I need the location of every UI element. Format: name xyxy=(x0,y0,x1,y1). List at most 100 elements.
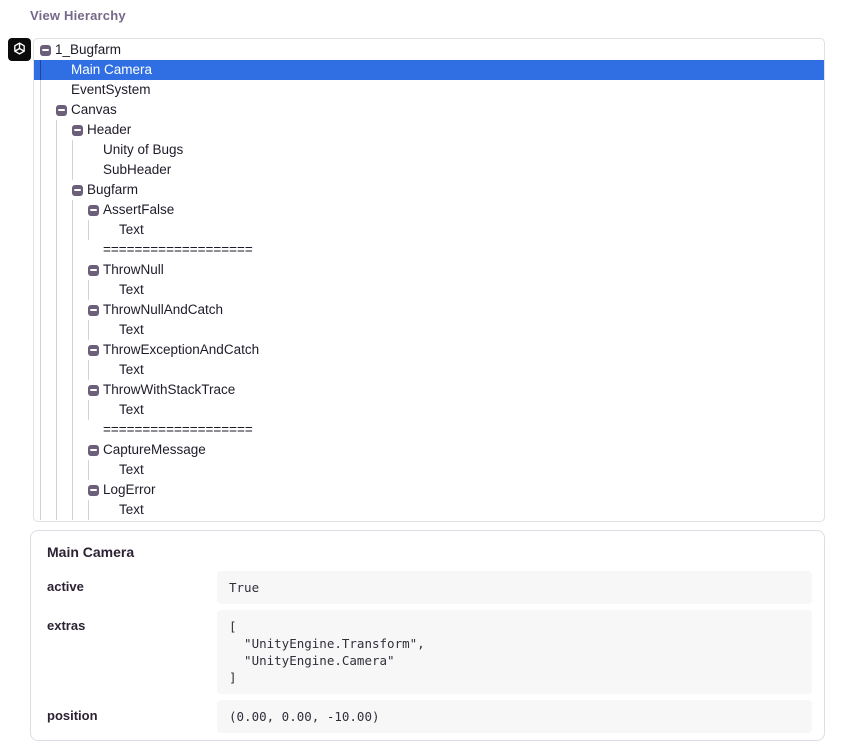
tree-guide-line xyxy=(56,440,72,460)
tree-row[interactable]: =================== xyxy=(34,420,824,440)
tree-row[interactable]: Text xyxy=(34,280,824,300)
tree-guide-line xyxy=(40,140,56,160)
tree-row[interactable]: Canvas xyxy=(34,100,824,120)
tree-row[interactable]: CaptureMessage xyxy=(34,440,824,460)
collapse-toggle[interactable] xyxy=(88,480,103,500)
collapse-toggle[interactable] xyxy=(72,120,87,140)
tree-row-selected[interactable]: Main Camera xyxy=(34,60,824,80)
tree-guide-line xyxy=(40,440,56,460)
tree-row[interactable]: Text xyxy=(34,360,824,380)
tree-node-label: ThrowExceptionAndCatch xyxy=(103,340,259,360)
tree-guide-line xyxy=(56,500,72,520)
tree-node-label: ThrowNull xyxy=(103,260,164,280)
tree-node-label: CaptureMessage xyxy=(103,440,206,460)
collapse-toggle[interactable] xyxy=(88,260,103,280)
tree-guide-line xyxy=(56,140,72,160)
tree-guide-line xyxy=(40,180,56,200)
minus-icon[interactable] xyxy=(88,305,99,316)
tree-guide-line xyxy=(56,300,72,320)
collapse-toggle[interactable] xyxy=(72,180,87,200)
tree-row[interactable]: ThrowNull xyxy=(34,260,824,280)
tree-guide-line xyxy=(72,200,88,220)
tree-guide-line xyxy=(72,340,88,360)
icon-spacer xyxy=(104,320,119,340)
minus-icon[interactable] xyxy=(88,205,99,216)
tree-guide-line xyxy=(40,120,56,140)
tree-guide-line xyxy=(40,480,56,500)
tree-row[interactable]: EventSystem xyxy=(34,80,824,100)
icon-spacer xyxy=(104,360,119,380)
tree-guide-line xyxy=(40,240,56,260)
tree-guide-line xyxy=(40,300,56,320)
tree-row[interactable]: SubHeader xyxy=(34,160,824,180)
tree-row[interactable]: ThrowExceptionAndCatch xyxy=(34,340,824,360)
tree-node-label: ThrowNullAndCatch xyxy=(103,300,223,320)
tree-guide-line xyxy=(40,320,56,340)
tree-node-label: Text xyxy=(119,220,144,240)
tree-row[interactable]: Text xyxy=(34,500,824,520)
collapse-toggle[interactable] xyxy=(88,380,103,400)
tree-row[interactable]: Text xyxy=(34,400,824,420)
collapse-toggle[interactable] xyxy=(88,200,103,220)
tree-guide-line xyxy=(72,320,88,340)
tree-guide-line xyxy=(72,240,88,260)
tree-guide-line xyxy=(40,400,56,420)
tree-guide-line xyxy=(72,220,88,240)
icon-spacer xyxy=(104,500,119,520)
collapse-toggle[interactable] xyxy=(88,300,103,320)
tree-row[interactable]: Header xyxy=(34,120,824,140)
property-row-extras: extras[ "UnityEngine.Transform", "UnityE… xyxy=(47,610,812,694)
tree-row[interactable]: Bugfarm xyxy=(34,180,824,200)
tree-guide-line xyxy=(56,280,72,300)
minus-icon[interactable] xyxy=(88,345,99,356)
minus-icon[interactable] xyxy=(40,45,51,56)
minus-icon[interactable] xyxy=(88,445,99,456)
tree-guide-line xyxy=(40,60,56,80)
minus-icon[interactable] xyxy=(56,105,67,116)
tree-row[interactable]: Unity of Bugs xyxy=(34,140,824,160)
property-row-active: activeTrue xyxy=(47,571,812,604)
tree-guide-line xyxy=(72,380,88,400)
tree-guide-line xyxy=(40,220,56,240)
tree-guide-line xyxy=(88,360,104,380)
tree-row[interactable]: ThrowNullAndCatch xyxy=(34,300,824,320)
collapse-toggle[interactable] xyxy=(56,100,71,120)
tree-guide-line xyxy=(56,400,72,420)
tree-node-label: LogError xyxy=(103,480,156,500)
tree-node-label: Main Camera xyxy=(71,60,152,80)
view-hierarchy-tree-panel[interactable]: 1_BugfarmMain CameraEventSystemCanvasHea… xyxy=(33,38,825,522)
tree-guide-line xyxy=(88,400,104,420)
tree-node-label: Unity of Bugs xyxy=(103,140,183,160)
minus-icon[interactable] xyxy=(72,185,83,196)
collapse-toggle[interactable] xyxy=(88,340,103,360)
collapse-toggle[interactable] xyxy=(40,40,55,60)
minus-icon[interactable] xyxy=(88,265,99,276)
icon-spacer xyxy=(88,160,103,180)
tree-guide-line xyxy=(56,480,72,500)
property-key: active xyxy=(47,571,217,594)
tree-guide-line xyxy=(40,280,56,300)
tree-guide-line xyxy=(72,280,88,300)
tree-node-label: Text xyxy=(119,280,144,300)
tree-guide-line xyxy=(40,380,56,400)
tree-guide-line xyxy=(72,440,88,460)
property-value: True xyxy=(217,571,812,604)
minus-icon[interactable] xyxy=(88,485,99,496)
tree-guide-line xyxy=(56,380,72,400)
minus-icon[interactable] xyxy=(72,125,83,136)
tree-guide-line xyxy=(40,500,56,520)
tree-row[interactable]: Text xyxy=(34,220,824,240)
tree-node-label: Text xyxy=(119,400,144,420)
tree-guide-line xyxy=(40,260,56,280)
tree-row[interactable]: Text xyxy=(34,320,824,340)
collapse-toggle[interactable] xyxy=(88,440,103,460)
tree-row[interactable]: =================== xyxy=(34,240,824,260)
tree-guide-line xyxy=(40,340,56,360)
tree-row[interactable]: Text xyxy=(34,460,824,480)
tree-row[interactable]: LogError xyxy=(34,480,824,500)
tree-row[interactable]: AssertFalse xyxy=(34,200,824,220)
minus-icon[interactable] xyxy=(88,385,99,396)
tree-row[interactable]: 1_Bugfarm xyxy=(34,40,824,60)
tree-row[interactable]: ThrowWithStackTrace xyxy=(34,380,824,400)
tree-node-label: AssertFalse xyxy=(103,200,174,220)
